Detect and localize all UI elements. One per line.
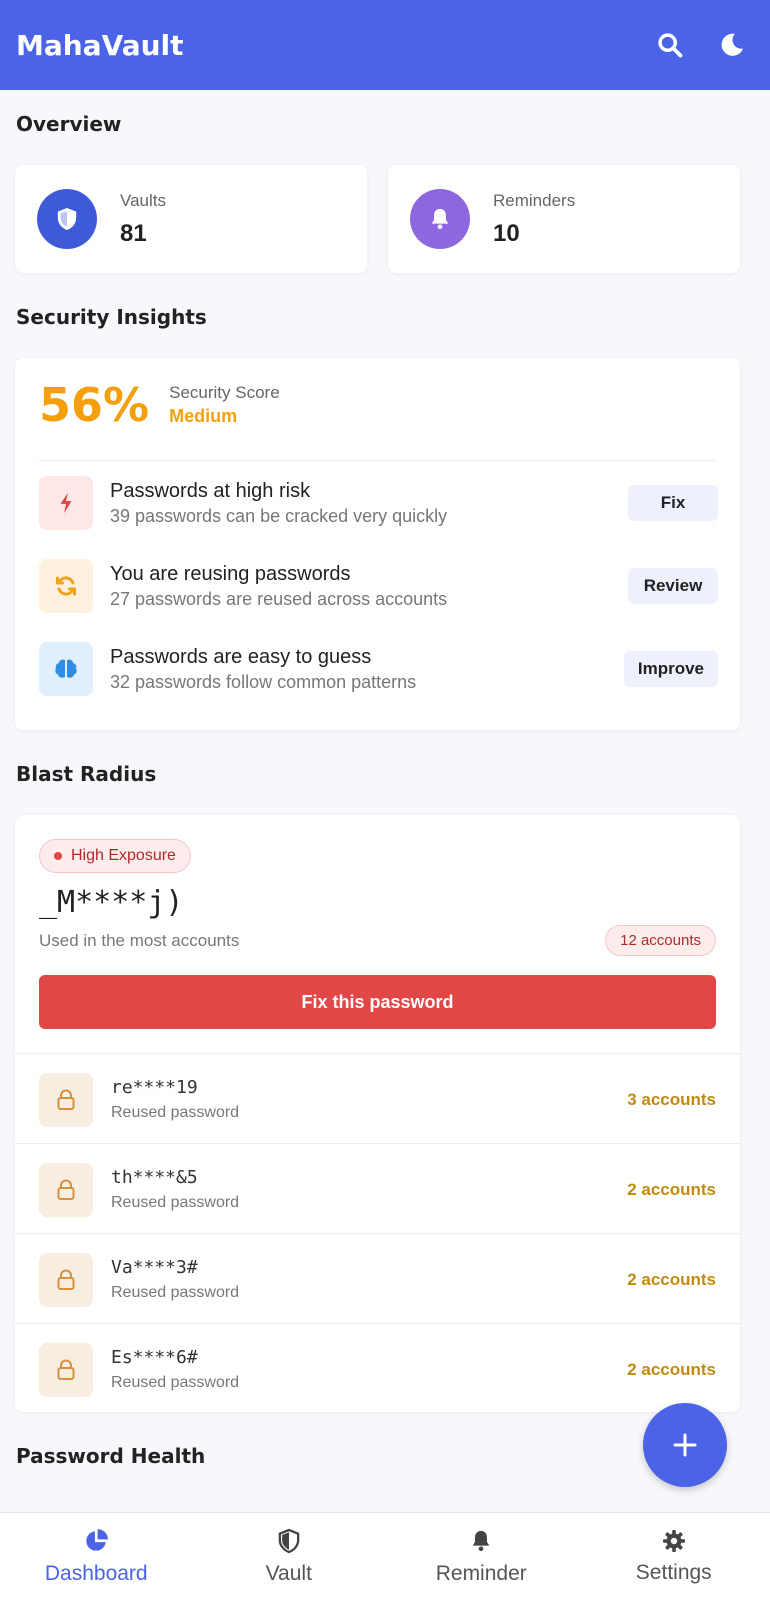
reminders-card[interactable]: Reminders 10: [388, 165, 740, 273]
nav-label: Vault: [265, 1561, 312, 1585]
insight-high-risk[interactable]: Passwords at high risk 39 passwords can …: [39, 475, 718, 531]
guess-icon-box: [39, 642, 93, 696]
password-health-title: Password Health: [16, 1444, 206, 1468]
vault-shield-circle: [37, 189, 97, 249]
password-status: Reused password: [111, 1104, 240, 1121]
bolt-icon: [60, 492, 72, 514]
list-item[interactable]: Es****6# Reused password 2 accounts: [15, 1323, 740, 1412]
reminder-bell-circle: [410, 189, 470, 249]
app-bar: MahaVault: [0, 0, 770, 90]
security-score-label: Security Score: [169, 383, 280, 402]
nav-label: Settings: [635, 1560, 712, 1584]
security-insights-card: 56% Security Score Medium Passwords at h…: [15, 358, 740, 730]
security-score: 56% Security Score Medium: [39, 378, 280, 432]
password-status: Reused password: [111, 1374, 240, 1391]
insight-title: You are reusing passwords: [110, 562, 351, 585]
masked-password: re****19: [111, 1077, 198, 1098]
insight-title: Passwords are easy to guess: [110, 645, 372, 668]
lock-icon: [57, 1179, 75, 1200]
moon-icon: [721, 33, 744, 56]
masked-password: _M****j): [39, 885, 184, 920]
nav-settings[interactable]: Settings: [578, 1513, 770, 1600]
nav-reminder[interactable]: Reminder: [385, 1513, 578, 1600]
list-item[interactable]: re****19 Reused password 3 accounts: [15, 1053, 740, 1145]
blast-radius-card: High Exposure _M****j) Used in the most …: [15, 815, 740, 1412]
nav-dashboard[interactable]: Dashboard: [0, 1513, 193, 1600]
insight-reusing[interactable]: You are reusing passwords 27 passwords a…: [39, 558, 718, 614]
lock-icon-box: [39, 1252, 93, 1307]
brain-icon: [55, 659, 77, 678]
masked-password: Va****3#: [111, 1257, 198, 1278]
nav-label: Dashboard: [44, 1561, 148, 1585]
nav-vault[interactable]: Vault: [193, 1513, 386, 1600]
high-exposure-badge: High Exposure: [39, 839, 191, 873]
add-button[interactable]: [643, 1403, 727, 1487]
lock-icon: [57, 1359, 75, 1380]
account-count-badge: 12 accounts: [605, 925, 716, 956]
insight-subtitle: 27 passwords are reused across accounts: [110, 588, 448, 609]
gear-icon: [662, 1529, 685, 1552]
nav-label: Reminder: [435, 1561, 527, 1585]
fix-button[interactable]: Fix: [628, 485, 718, 521]
masked-password: Es****6#: [111, 1347, 198, 1368]
reuse-icon-box: [39, 559, 93, 613]
sync-icon: [56, 576, 76, 596]
password-status: Reused password: [111, 1284, 240, 1301]
security-insights-title: Security Insights: [16, 305, 207, 329]
bottom-nav: Dashboard Vault Reminder Settings: [0, 1512, 770, 1600]
bell-icon: [431, 208, 449, 230]
status-dot: [54, 852, 62, 860]
insight-title: Passwords at high risk: [110, 479, 311, 502]
pie-chart-icon: [86, 1528, 109, 1551]
security-score-percent: 56%: [39, 378, 150, 432]
account-count: 2 accounts: [627, 1359, 716, 1379]
shield-icon: [278, 1528, 300, 1553]
search-icon: [658, 33, 683, 58]
search-button[interactable]: [648, 23, 692, 67]
reminders-label: Reminders: [493, 190, 576, 210]
list-item[interactable]: Va****3# Reused password 2 accounts: [15, 1233, 740, 1325]
high-risk-icon-box: [39, 476, 93, 530]
vaults-label: Vaults: [120, 190, 166, 210]
exposure-label: High Exposure: [71, 847, 176, 864]
lock-icon-box: [39, 1162, 93, 1217]
usage-label: Used in the most accounts: [39, 931, 240, 950]
improve-button[interactable]: Improve: [623, 651, 718, 687]
lock-icon-box: [39, 1072, 93, 1127]
account-count: 2 accounts: [627, 1269, 716, 1289]
list-item[interactable]: th****&5 Reused password 2 accounts: [15, 1143, 740, 1235]
lock-icon: [57, 1269, 75, 1290]
theme-toggle-button[interactable]: [710, 23, 754, 67]
divider: [39, 460, 716, 461]
vaults-count: 81: [120, 219, 147, 247]
lock-icon-box: [39, 1342, 93, 1397]
insight-subtitle: 39 passwords can be cracked very quickly: [110, 505, 448, 526]
password-status: Reused password: [111, 1194, 240, 1211]
bell-icon: [473, 1530, 490, 1551]
blast-radius-title: Blast Radius: [16, 762, 157, 786]
lock-icon: [57, 1089, 75, 1110]
app-title: MahaVault: [16, 28, 184, 62]
account-count: 3 accounts: [627, 1089, 716, 1109]
reminders-count: 10: [493, 219, 520, 247]
vaults-card[interactable]: Vaults 81: [15, 165, 367, 273]
fix-password-button[interactable]: Fix this password: [39, 975, 716, 1029]
review-button[interactable]: Review: [628, 568, 718, 604]
account-count: 2 accounts: [627, 1179, 716, 1199]
shield-icon: [57, 208, 77, 230]
masked-password: th****&5: [111, 1167, 198, 1188]
insight-easy-guess[interactable]: Passwords are easy to guess 32 passwords…: [39, 641, 718, 697]
plus-icon: [673, 1433, 697, 1457]
overview-title: Overview: [16, 112, 122, 136]
insight-subtitle: 32 passwords follow common patterns: [110, 671, 417, 692]
security-score-level: Medium: [169, 406, 238, 426]
